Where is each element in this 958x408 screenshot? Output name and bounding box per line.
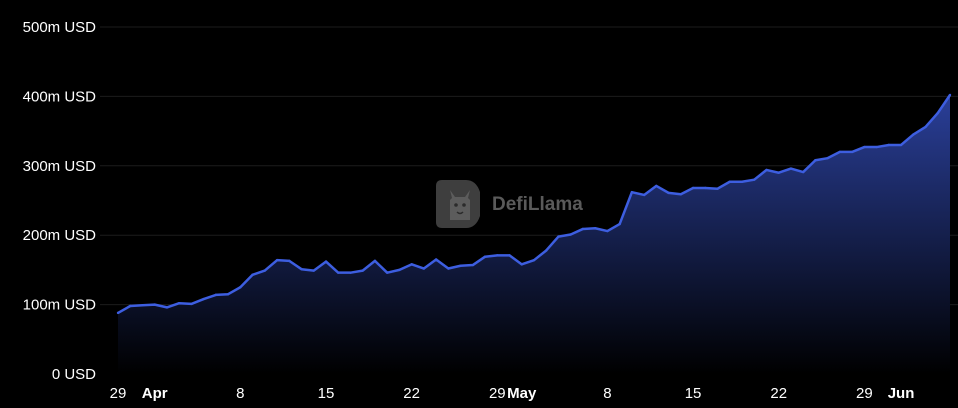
data-point	[924, 125, 927, 129]
x-tick-label: 15	[685, 385, 702, 402]
data-point	[789, 167, 793, 170]
series-area	[118, 95, 950, 374]
data-point	[214, 293, 218, 297]
x-tick-label: 22	[770, 385, 787, 402]
data-point	[275, 258, 279, 262]
data-point	[691, 186, 695, 190]
data-point	[863, 145, 866, 149]
data-point	[569, 233, 572, 236]
x-tick-label: 29	[110, 385, 127, 402]
data-point	[202, 297, 205, 301]
data-point	[912, 133, 915, 136]
data-point	[655, 184, 658, 188]
data-point	[373, 259, 377, 263]
data-point	[434, 258, 438, 261]
x-tick-label: Jun	[888, 385, 915, 402]
data-point	[312, 269, 315, 272]
data-point	[618, 222, 621, 226]
data-point	[765, 168, 768, 172]
data-point	[557, 235, 560, 238]
data-point	[129, 304, 132, 308]
data-point	[948, 93, 952, 97]
data-point	[740, 180, 744, 183]
data-point	[447, 267, 450, 270]
x-tick-label: 22	[403, 385, 420, 402]
data-point	[936, 111, 939, 115]
y-tick-label: 100m USD	[23, 297, 97, 314]
data-point	[679, 193, 683, 196]
data-point	[385, 271, 389, 274]
data-point	[704, 186, 707, 190]
data-point	[826, 156, 829, 160]
data-point	[630, 190, 634, 194]
data-point	[667, 191, 670, 195]
y-tick-label: 400m USD	[23, 88, 97, 105]
data-point	[349, 271, 352, 274]
data-point	[593, 227, 597, 230]
data-point	[141, 304, 144, 307]
data-point	[410, 263, 413, 266]
data-point	[899, 143, 903, 147]
data-point	[496, 254, 499, 257]
data-point	[483, 255, 487, 258]
llama-logo-icon	[436, 180, 480, 228]
data-point	[508, 254, 511, 257]
data-point	[814, 159, 817, 162]
y-axis: 0 USD 100m USD 200m USD 300m USD 400m USD 500…	[23, 19, 97, 383]
data-point	[532, 258, 536, 262]
data-point	[459, 264, 462, 267]
data-point	[324, 260, 328, 263]
data-point	[239, 286, 242, 289]
data-point	[251, 273, 254, 276]
x-tick-label: 29	[856, 385, 873, 402]
data-point	[887, 143, 891, 147]
data-point	[753, 178, 756, 181]
data-point	[642, 193, 646, 197]
data-point	[838, 150, 842, 154]
data-point	[581, 227, 585, 231]
x-tick-label: 29	[489, 385, 506, 402]
data-point	[606, 229, 609, 233]
data-point	[850, 150, 854, 154]
data-point	[337, 271, 340, 274]
data-point	[545, 249, 548, 252]
x-tick-label: 15	[318, 385, 335, 402]
data-point	[728, 180, 731, 183]
tvl-chart: 0 USD 100m USD 200m USD 300m USD 400m USD 500…	[0, 0, 958, 408]
data-point	[398, 268, 401, 272]
watermark-text: DefiLlama	[492, 194, 583, 215]
data-point	[190, 302, 193, 306]
watermark: DefiLlama	[436, 180, 583, 228]
data-point	[801, 170, 805, 174]
y-tick-label: 200m USD	[23, 227, 97, 244]
data-point	[875, 145, 878, 149]
x-tick-label: May	[507, 385, 537, 402]
x-axis: 29 Apr 8 15 22 29 May 8 15 22 29 Jun	[110, 385, 915, 402]
y-tick-label: 0 USD	[52, 366, 96, 383]
x-tick-label: Apr	[142, 385, 168, 402]
data-point	[153, 303, 156, 306]
chart-canvas: 0 USD 100m USD 200m USD 300m USD 400m USD 500…	[23, 19, 958, 402]
data-point	[226, 292, 230, 296]
data-point	[177, 302, 181, 305]
x-tick-label: 8	[236, 385, 244, 402]
data-point	[471, 263, 475, 267]
data-point	[716, 187, 719, 190]
data-point	[288, 259, 291, 263]
data-point	[777, 171, 780, 174]
data-point	[165, 306, 169, 309]
data-point	[300, 268, 303, 271]
data-point	[520, 263, 523, 266]
data-point	[361, 269, 364, 272]
x-tick-label: 8	[603, 385, 611, 402]
data-point	[263, 269, 267, 272]
data-point	[116, 311, 120, 315]
y-tick-label: 300m USD	[23, 158, 97, 175]
data-point	[422, 267, 426, 270]
y-tick-label: 500m USD	[23, 19, 97, 36]
